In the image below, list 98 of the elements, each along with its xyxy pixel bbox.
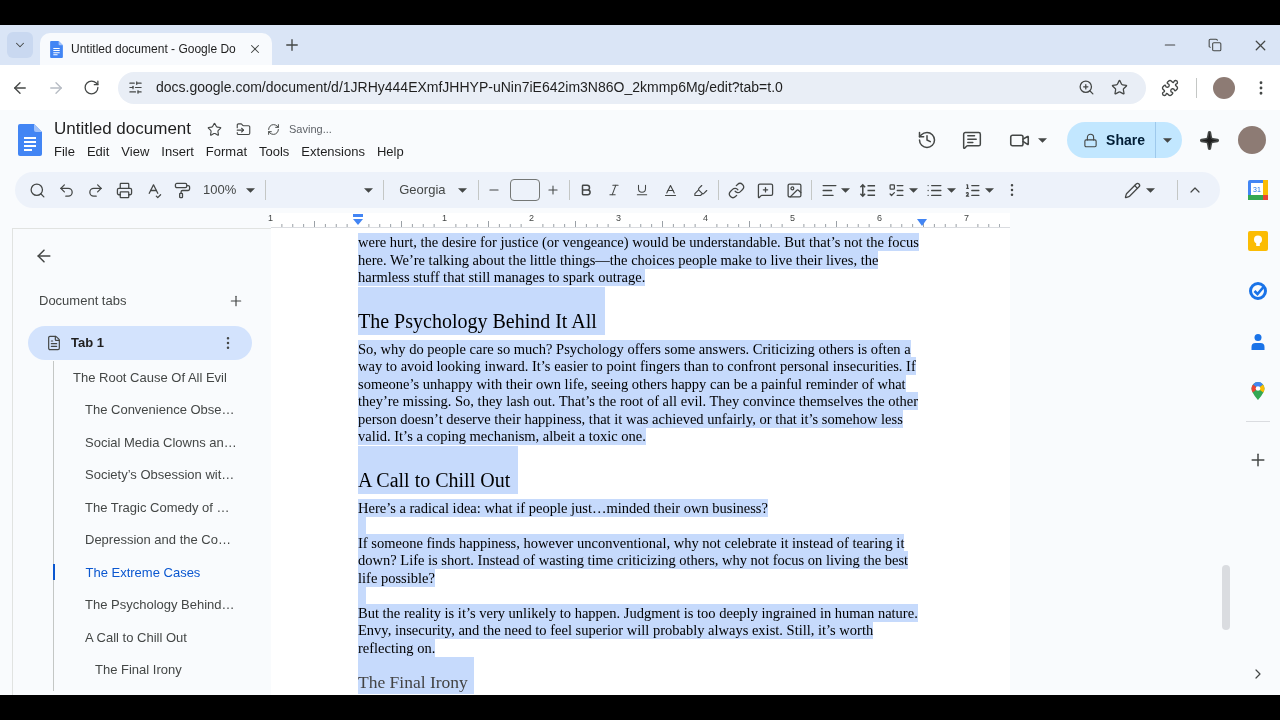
sync-icon: [267, 122, 281, 136]
sidebar-heading: Document tabs: [39, 292, 127, 311]
check-circle-icon[interactable]: [1247, 281, 1268, 301]
puzzle-icon[interactable]: [1161, 78, 1180, 97]
share-options-button[interactable]: [1156, 122, 1182, 158]
document-logo-icon[interactable]: [18, 124, 42, 156]
paragraph: If someone finds happiness, however unconventional, why not celebrate it instead of tearing it down? Life is short. Instead of wasting time criticizing others, why not focus on living the best life possible?: [358, 534, 910, 587]
checklist-icon[interactable]: [887, 181, 905, 199]
share-button[interactable]: Share: [1067, 122, 1155, 158]
menu-item[interactable]: Format: [199, 141, 253, 162]
paragraph: But the reality is it’s very unlikely to happen. Judgment is too deeply ingrained in human nature. Envy, insecurity, and the need to feel superior will probably always exist. Still, it’s worth reflecting on.: [358, 604, 919, 657]
outline-item[interactable]: Social Media Clowns an…: [85, 432, 237, 452]
bookmark-star-icon[interactable]: [1111, 79, 1129, 96]
caret-icon[interactable]: [364, 187, 374, 193]
menu-item[interactable]: View: [115, 141, 156, 162]
zoom-dropdown[interactable]: 100%: [203, 180, 256, 200]
outline-item[interactable]: The Root Cause Of All Evil: [73, 367, 227, 387]
browser-tab[interactable]: Untitled document - Google Do: [40, 33, 272, 65]
comment-icon[interactable]: [962, 130, 983, 150]
folder-arrow-icon[interactable]: [236, 121, 252, 137]
profile-avatar[interactable]: [1238, 126, 1266, 154]
caret-icon[interactable]: [1038, 137, 1048, 143]
menu-item[interactable]: Help: [370, 141, 410, 162]
outline-item[interactable]: The Tragic Comedy of …: [85, 497, 230, 517]
right-indent-marker-icon[interactable]: [917, 219, 927, 226]
lock-icon[interactable]: [1083, 132, 1099, 148]
font-dropdown[interactable]: Georgia: [399, 180, 467, 200]
caret-icon[interactable]: [984, 187, 994, 193]
search-icon[interactable]: [29, 181, 46, 199]
add-comment-icon[interactable]: [756, 181, 774, 199]
paragraph: Here’s a radical idea: what if people just…minded their own business?: [358, 499, 769, 517]
address-bar[interactable]: docs.google.com/document/d/1JRHy444EXmfJHHYP-uNin7iE642im3N86O_2kmmp6Mg/edit?tab=t.0: [118, 71, 1147, 104]
caret-icon[interactable]: [246, 187, 256, 193]
undo-icon[interactable]: [58, 181, 75, 199]
image-icon[interactable]: [785, 181, 803, 199]
menu-item[interactable]: File: [48, 141, 81, 162]
ruler-number: 2: [529, 213, 534, 223]
print-icon[interactable]: [116, 181, 133, 199]
close-tab-icon[interactable]: [248, 42, 262, 56]
history-icon[interactable]: [917, 130, 938, 150]
outline-item[interactable]: A Call to Chill Out: [85, 627, 187, 647]
heading: The Psychology Behind It All: [358, 286, 605, 335]
paragraph: So, why do people care so much? Psychology offers some answers. Criticizing others is often a way to avoid looking inward. It’s easier to point fingers than to confront personal insecurities. If someone’s unhappy with their own life, seeing others happy can be a painful reminder of what they’re missing. So, they lash out. That’s the root of all evil. They convince themselves the other person doesn’t deserve their happiness, that it was achieved unfairly, or that it’s somehow less valid. It’s a coping mechanism, albeit a toxic one.: [358, 340, 920, 446]
star-icon[interactable]: [207, 121, 223, 137]
ruler-number: 1: [268, 213, 273, 223]
caret-icon[interactable]: [946, 187, 956, 193]
restore-icon[interactable]: [1208, 38, 1222, 52]
caret-icon[interactable]: [1146, 187, 1155, 193]
outline-item[interactable]: The Convenience Obse…: [85, 400, 235, 420]
scrollbar-thumb[interactable]: [1222, 565, 1230, 630]
ruler-number: 3: [616, 213, 621, 223]
sparkle-icon[interactable]: [1199, 129, 1220, 151]
zoom-in-icon[interactable]: [1078, 79, 1096, 96]
paragraph: were hurt, the desire for justice (or vengeance) would be understandable. But that’s not the focus here. We’re talking about the little things—the choices people make to live their lives, the harmless stuff that still manages to spark outrage.: [358, 234, 920, 287]
caret-icon[interactable]: [908, 187, 918, 193]
line-spacing-icon[interactable]: [858, 181, 876, 199]
new-tab-plus-icon[interactable]: [283, 36, 301, 54]
text-color-icon[interactable]: [662, 182, 678, 198]
outline-item[interactable]: The Extreme Cases: [85, 562, 201, 582]
left-indent-marker-icon[interactable]: [353, 214, 363, 226]
menu-item[interactable]: Tools: [253, 141, 296, 162]
plus-icon[interactable]: [228, 293, 244, 309]
numbered-list-icon[interactable]: [963, 181, 981, 199]
outline-item[interactable]: Society’s Obsession wit…: [85, 465, 235, 485]
caret-icon[interactable]: [840, 187, 850, 193]
underline-icon[interactable]: [634, 183, 649, 197]
outline-item[interactable]: Depression and the Co…: [85, 530, 231, 550]
subheading: The Final Irony: [358, 657, 474, 694]
ruler-number: 6: [877, 213, 882, 223]
current-position-marker: [52, 564, 55, 581]
save-status: Saving...: [289, 121, 332, 137]
profile-avatar[interactable]: [1213, 76, 1235, 99]
caret-icon[interactable]: [1163, 137, 1172, 143]
menu-item[interactable]: Insert: [155, 141, 200, 162]
sliders-icon[interactable]: [128, 80, 143, 95]
heading: A Call to Chill Out: [358, 445, 519, 494]
ruler-number: 1: [442, 213, 447, 223]
paint-roller-icon[interactable]: [174, 181, 191, 199]
ruler-number: 7: [964, 213, 969, 223]
ruler-number: 4: [703, 213, 708, 223]
font-size-field[interactable]: [509, 179, 540, 201]
highlighter-icon[interactable]: [692, 182, 708, 198]
caret-icon[interactable]: [457, 187, 467, 193]
document-tab[interactable]: Tab 1: [28, 326, 252, 360]
document-icon[interactable]: [46, 335, 62, 351]
reload-icon[interactable]: [83, 79, 100, 96]
document-title[interactable]: Untitled document: [54, 116, 192, 142]
menu-item[interactable]: Extensions: [295, 141, 371, 162]
outline-item[interactable]: The Final Irony: [95, 660, 182, 680]
plus-icon[interactable]: [545, 183, 560, 197]
pencil-icon[interactable]: [1124, 181, 1141, 199]
menu-item[interactable]: Edit: [80, 141, 116, 162]
outline-item[interactable]: The Psychology Behind…: [85, 595, 235, 615]
link-icon[interactable]: [727, 181, 745, 199]
document-favicon-icon[interactable]: [50, 40, 63, 58]
italic-icon[interactable]: [606, 183, 621, 197]
ruler-number: 5: [790, 213, 795, 223]
redo-icon[interactable]: [87, 181, 104, 199]
